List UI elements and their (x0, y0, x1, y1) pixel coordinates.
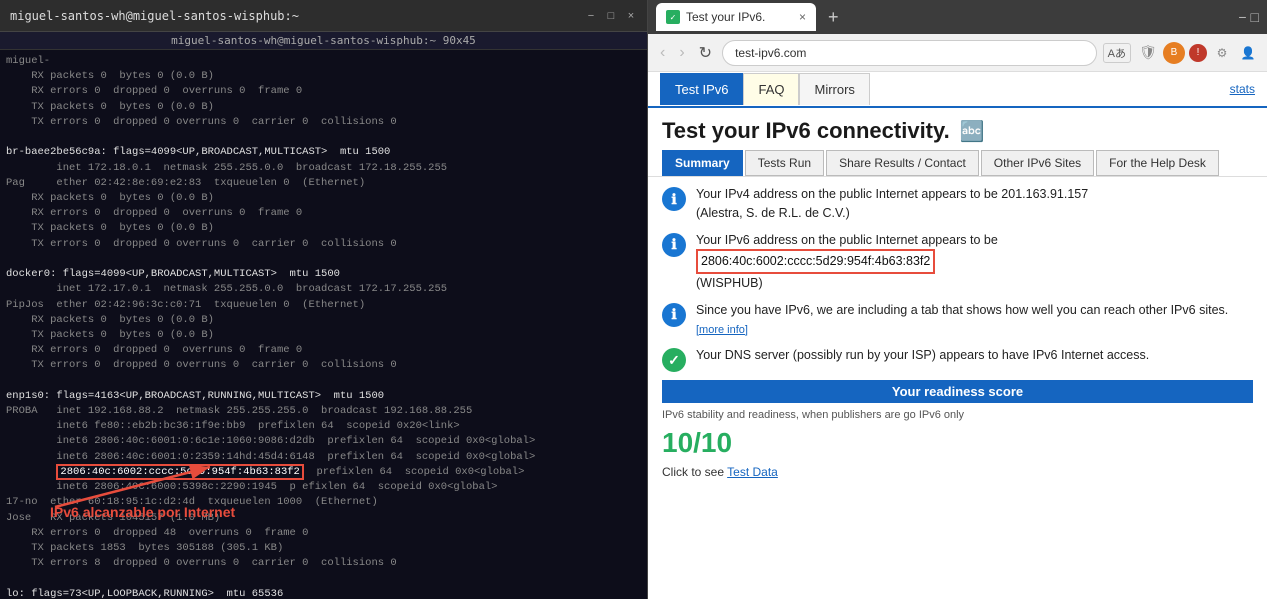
dns-result-text: Your DNS server (possibly run by your IS… (696, 346, 1149, 365)
info-icon-2: ℹ (662, 233, 686, 257)
translate-button[interactable]: Aあ (1103, 43, 1131, 63)
terminal-subtitle: miguel-santos-wh@miguel-santos-wisphub:~… (0, 32, 647, 50)
browser-titlebar: ✓ Test your IPv6. × + − □ (648, 0, 1267, 34)
maximize-button[interactable]: □ (605, 10, 617, 22)
tab-close-button[interactable]: × (799, 10, 806, 24)
tab-title: Test your IPv6. (686, 10, 765, 24)
tab-other-ipv6[interactable]: Other IPv6 Sites (981, 150, 1094, 176)
browser-minimize[interactable]: − (1238, 9, 1246, 25)
terminal-title: miguel-santos-wh@miguel-santos-wisphub:~ (10, 9, 299, 23)
brave-icon[interactable]: B (1163, 42, 1185, 64)
ipv6-result-text: Your IPv6 address on the public Internet… (696, 231, 998, 293)
site-heading: Test your IPv6 connectivity. 🔤 (648, 108, 1267, 150)
minimize-button[interactable]: − (585, 10, 597, 22)
check-icon: ✓ (662, 348, 686, 372)
terminal-titlebar: miguel-santos-wh@miguel-santos-wisphub:~… (0, 0, 647, 32)
address-bar[interactable]: test-ipv6.com (722, 40, 1097, 66)
address-bar-url: test-ipv6.com (735, 46, 1084, 60)
tab-share-results[interactable]: Share Results / Contact (826, 150, 979, 176)
ipv6-address-box: 2806:40c:6002:cccc:5d29:954f:4b63:83f2 (696, 249, 935, 274)
new-tab-button[interactable]: + (822, 7, 845, 28)
terminal-body: miguel- RX packets 0 bytes 0 (0.0 B) RX … (0, 50, 647, 599)
readiness-label: Your readiness score (892, 384, 1023, 399)
extensions-icon[interactable]: ⚙ (1211, 42, 1233, 64)
security-icon[interactable]: ! (1189, 44, 1207, 62)
translate-icon[interactable]: 🔤 (960, 119, 985, 144)
more-info-link[interactable]: [more info] (696, 324, 748, 336)
tab-tests-run[interactable]: Tests Run (745, 150, 824, 176)
terminal-controls[interactable]: − □ × (585, 10, 637, 22)
readiness-bar: Your readiness score (662, 380, 1253, 403)
readiness-sub: IPv6 stability and readiness, when publi… (662, 407, 1253, 425)
browser-tab[interactable]: ✓ Test your IPv6. × (656, 3, 816, 31)
click-test-data: Click to see Test Data (662, 465, 1253, 479)
results-area: ℹ Your IPv4 address on the public Intern… (648, 177, 1267, 487)
browser-navbar: ‹ › ↻ test-ipv6.com Aあ 🛡 B ! ⚙ 👤 (648, 34, 1267, 72)
result-ipv6: ℹ Your IPv6 address on the public Intern… (662, 231, 1253, 293)
tab-favicon: ✓ (666, 10, 680, 24)
forward-button[interactable]: › (675, 42, 688, 64)
refresh-button[interactable]: ↻ (695, 41, 716, 65)
result-tab-info: ℹ Since you have IPv6, we are including … (662, 301, 1253, 339)
stats-link[interactable]: stats (1230, 82, 1255, 96)
site-heading-text: Test your IPv6 connectivity. (662, 118, 950, 144)
terminal-window: miguel-santos-wh@miguel-santos-wisphub:~… (0, 0, 648, 599)
browser-window-controls[interactable]: − □ (1238, 9, 1259, 25)
test-data-link[interactable]: Test Data (727, 465, 778, 479)
info-icon-1: ℹ (662, 187, 686, 211)
tab-summary[interactable]: Summary (662, 150, 743, 176)
site-nav-tab-faq[interactable]: FAQ (743, 73, 799, 105)
result-dns: ✓ Your DNS server (possibly run by your … (662, 346, 1253, 372)
browser-extension-icons: 🛡 B ! ⚙ 👤 (1137, 42, 1259, 64)
close-button[interactable]: × (625, 10, 637, 22)
site-nav-tab-ipv6[interactable]: Test IPv6 (660, 73, 743, 105)
ipv6-highlight: 2806:40c:6002:cccc:5d29:954f:4b63:83f2 (56, 464, 303, 480)
tab-help-desk[interactable]: For the Help Desk (1096, 150, 1219, 176)
info-icon-3: ℹ (662, 303, 686, 327)
website-content: Test IPv6 FAQ Mirrors stats Test your IP… (648, 72, 1267, 599)
site-tabs: Summary Tests Run Share Results / Contac… (648, 150, 1267, 177)
readiness-score: 10/10 (662, 425, 1253, 461)
back-button[interactable]: ‹ (656, 42, 669, 64)
ipv4-result-text: Your IPv4 address on the public Internet… (696, 185, 1088, 223)
tab-info-text: Since you have IPv6, we are including a … (696, 301, 1253, 339)
browser-window: ✓ Test your IPv6. × + − □ ‹ › ↻ test-ipv… (648, 0, 1267, 599)
shield-icon[interactable]: 🛡 (1137, 42, 1159, 64)
site-navigation: Test IPv6 FAQ Mirrors stats (648, 72, 1267, 108)
site-nav-tab-mirrors[interactable]: Mirrors (799, 73, 869, 105)
result-ipv4: ℹ Your IPv4 address on the public Intern… (662, 185, 1253, 223)
profile-icon[interactable]: 👤 (1237, 42, 1259, 64)
browser-maximize[interactable]: □ (1251, 9, 1259, 25)
